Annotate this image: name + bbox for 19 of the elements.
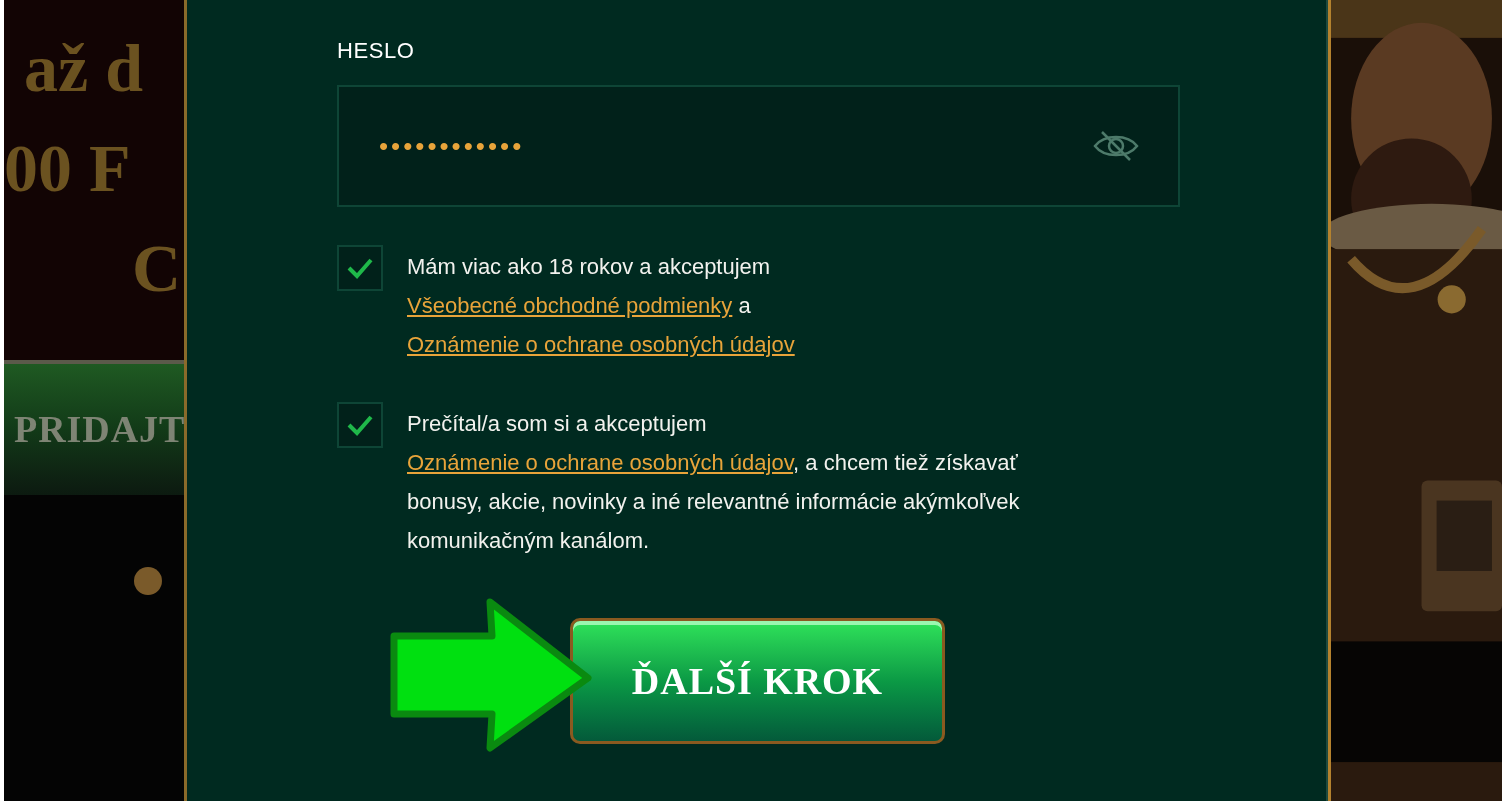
arrow-icon: [390, 598, 594, 752]
headline-text: C: [131, 229, 183, 308]
checkbox[interactable]: [337, 402, 383, 448]
field-label: HESLO: [337, 37, 416, 65]
headline-text: až d: [23, 29, 144, 108]
consent-text: Prečítal/a som si a akceptujem Oznámenie o ochrane osobných údajov, a chcem tiež získavať bonusy, akcie, novinky a iné relevantné informácie akýmkoľvek komunikačným kanálom.: [407, 410, 1021, 555]
consent-text: Mám viac ako 18 rokov a akceptujem Všeobecné obchodné podmienky a Oznámenie o ochrane osobných údajov: [407, 253, 796, 359]
check-icon: [346, 256, 374, 280]
checkbox[interactable]: [337, 245, 383, 291]
terms-link[interactable]: Oznámenie o ochrane osobných údajov: [407, 332, 795, 357]
headline-text: 00 F: [4, 129, 132, 208]
password-field[interactable]: ••••••••••••: [337, 85, 1180, 207]
eye-slash-icon[interactable]: [1092, 129, 1140, 163]
check-icon: [346, 413, 374, 437]
terms-link[interactable]: Oznámenie o ochrane osobných údajov: [407, 450, 794, 475]
next-step-button[interactable]: ĎALŠÍ KROK: [570, 618, 945, 744]
terms-link[interactable]: Všeobecné obchodné podmienky: [407, 293, 733, 318]
password-input[interactable]: ••••••••••••: [379, 126, 1092, 166]
banner-label: PRIDAJT: [14, 407, 184, 452]
